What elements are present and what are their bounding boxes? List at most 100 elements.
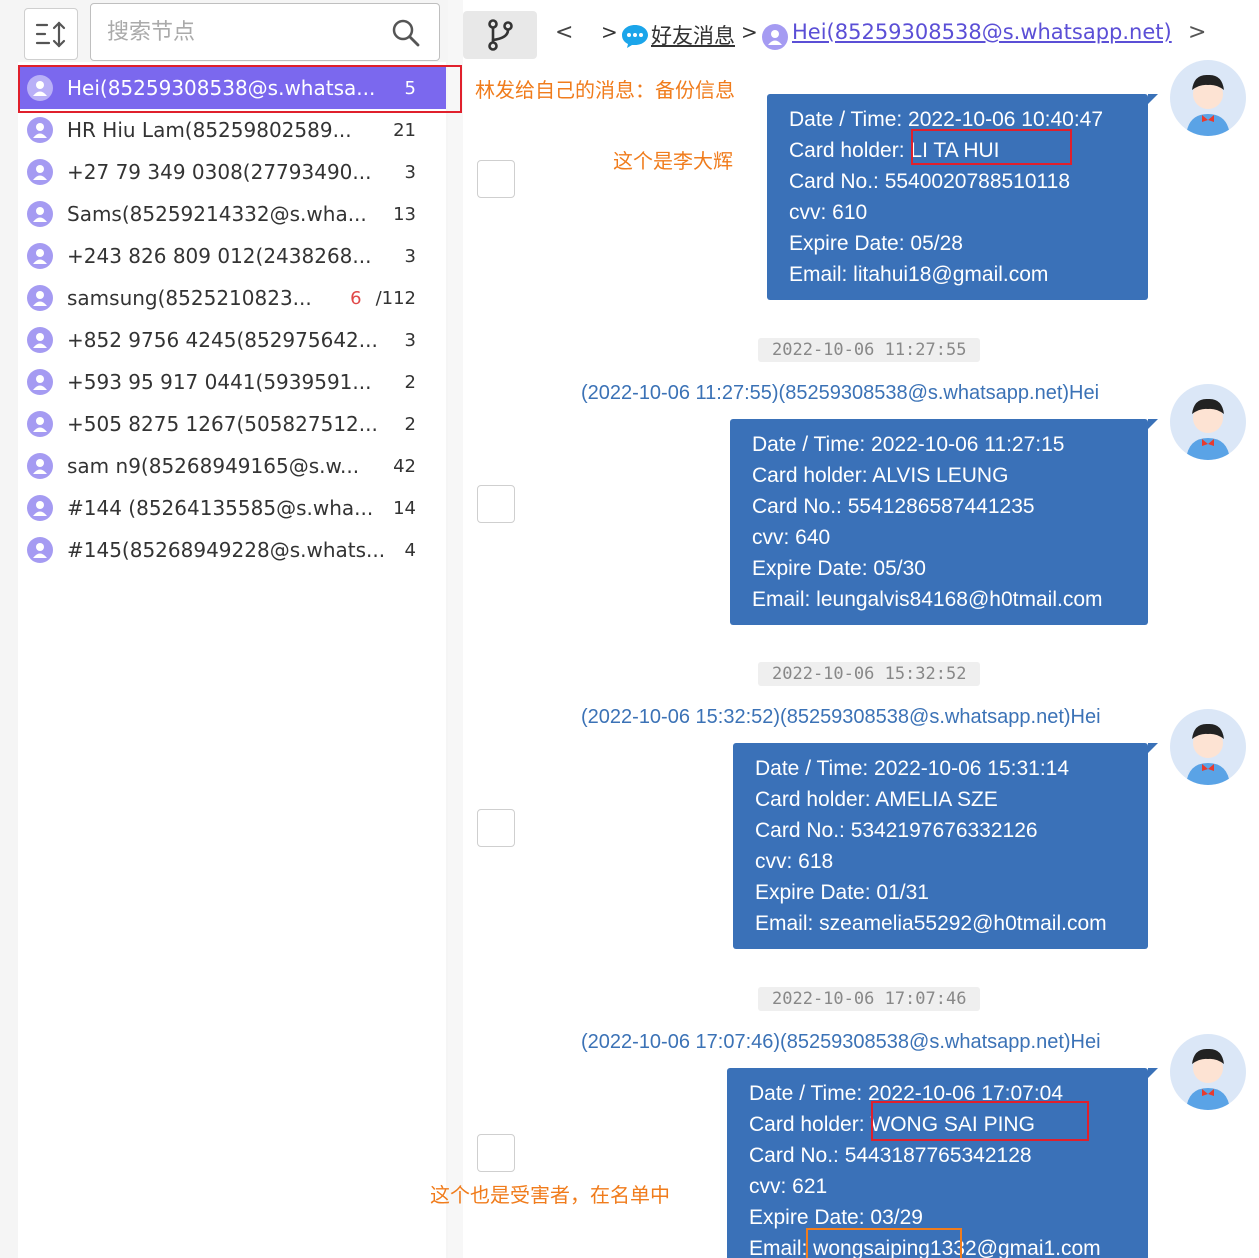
forward-arrow-icon[interactable]: > [1188, 20, 1206, 45]
timestamp: 2022-10-06 15:32:52 [758, 662, 981, 686]
contact-item[interactable]: #144 (85264135585@s.wha... 14 [18, 487, 446, 529]
message-line: Card No.: 5540020788510118 [789, 170, 1071, 193]
message-line: Expire Date: 05/28 [789, 232, 963, 255]
message-count: 42 [393, 455, 416, 477]
contact-name: +243 826 809 012(2438268... [67, 244, 372, 268]
message-line: cvv: 640 [752, 526, 831, 549]
highlight-box [18, 65, 462, 113]
breadcrumb-contact[interactable]: Hei(85259308538@s.whatsapp.net) [792, 20, 1172, 44]
contact-item[interactable]: Sams(85259214332@s.wha... 13 [18, 193, 446, 235]
contact-item[interactable]: +243 826 809 012(2438268... 3 [18, 235, 446, 277]
message-line: Card No.: 5443187765342128 [749, 1144, 1032, 1167]
message-bubble: Date / Time: 2022-10-06 10:40:47 Card ho… [767, 94, 1158, 300]
annotation-identity: 这个是李大辉 [613, 149, 733, 173]
search-icon[interactable] [391, 18, 421, 48]
branch-button[interactable] [463, 11, 537, 59]
select-checkbox[interactable] [477, 485, 515, 523]
timestamp: 2022-10-06 17:07:46 [758, 987, 981, 1011]
sender-line: (2022-10-06 17:07:46)(85259308538@s.what… [581, 1031, 1101, 1053]
message-count: 13 [393, 203, 416, 225]
contact-name: +27 79 349 0308(27793490... [67, 160, 372, 184]
sender-avatar [1170, 1034, 1246, 1110]
branch-icon [488, 19, 513, 51]
sort-button[interactable] [24, 8, 78, 60]
sender-line: (2022-10-06 15:32:52)(85259308538@s.what… [581, 706, 1101, 728]
annotation-victim: 这个也是受害者，在名单中 [430, 1183, 670, 1207]
message-line: Email: litahui18@gmail.com [789, 263, 1049, 286]
message-count: 3 [404, 329, 416, 351]
contact-item[interactable]: +505 8275 1267(505827512... 2 [18, 403, 446, 445]
user-avatar-icon [27, 537, 53, 563]
message-line: Email: leungalvis84168@h0tmail.com [752, 588, 1103, 611]
contact-item[interactable]: sam n9(85268949165@s.w... 42 [18, 445, 446, 487]
contact-name: sam n9(85268949165@s.w... [67, 454, 360, 478]
timestamp: 2022-10-06 11:27:55 [758, 338, 981, 362]
message-count: 21 [393, 119, 416, 141]
message-bubble: Date / Time: 2022-10-06 15:31:14 Card ho… [733, 743, 1158, 949]
breadcrumb-friend-messages[interactable]: 好友消息 [651, 20, 735, 50]
search-input[interactable] [107, 19, 377, 45]
highlight-box-orange [806, 1228, 962, 1258]
select-checkbox[interactable] [477, 160, 515, 198]
contact-name: +593 95 917 0441(5939591... [67, 370, 372, 394]
message-line: Card No.: 5541286587441235 [752, 495, 1035, 518]
chat-bubble-icon [622, 25, 648, 48]
message-count: 4 [404, 539, 416, 561]
message-count: 2 [404, 413, 416, 435]
search-box [90, 3, 440, 61]
unread-count: 6 [350, 287, 362, 309]
message-bubble: Date / Time: 2022-10-06 11:27:15 Card ho… [730, 419, 1158, 625]
message-line: Email: szeamelia55292@h0tmail.com [755, 912, 1107, 935]
contact-item[interactable]: #145(85268949228@s.whats... 4 [18, 529, 446, 571]
select-checkbox[interactable] [477, 809, 515, 847]
annotation-backup: 林发给自己的消息：备份信息 [475, 78, 735, 102]
breadcrumb-separator: > [601, 20, 618, 44]
contact-name: #144 (85264135585@s.wha... [67, 496, 374, 520]
contact-item[interactable]: +27 79 349 0308(27793490... 3 [18, 151, 446, 193]
contact-panel: Hei(85259308538@s.whatsa... 5 HR Hiu Lam… [0, 0, 462, 1258]
message-line: cvv: 610 [789, 201, 868, 224]
select-checkbox[interactable] [477, 1134, 515, 1172]
highlight-box [871, 1101, 1089, 1141]
message-line: Expire Date: 01/31 [755, 881, 929, 904]
message-line: Date / Time: 2022-10-06 11:27:15 [752, 433, 1065, 456]
message-line: Date / Time: 2022-10-06 15:31:14 [755, 757, 1070, 780]
chat-panel: < > 好友消息 > Hei(85259308538@s.whatsapp.ne… [430, 0, 1259, 1258]
back-arrow-icon[interactable]: < [555, 20, 573, 45]
user-avatar-icon [27, 327, 53, 353]
message-count: 14 [393, 497, 416, 519]
contact-name: #145(85268949228@s.whats... [67, 538, 386, 562]
message-count: 6/112 [350, 288, 416, 309]
chat-toolbar: < > 好友消息 > Hei(85259308538@s.whatsapp.ne… [463, 0, 1259, 66]
breadcrumb-separator: > [741, 20, 758, 44]
message-count: 3 [404, 161, 416, 183]
message-line: cvv: 618 [755, 850, 834, 873]
user-avatar-icon [27, 159, 53, 185]
user-avatar-icon [27, 117, 53, 143]
user-avatar-icon [27, 453, 53, 479]
contact-name: HR Hiu Lam(85259802589... [67, 118, 352, 142]
user-avatar-icon [27, 201, 53, 227]
contact-item[interactable]: +593 95 917 0441(5939591... 2 [18, 361, 446, 403]
message-line: Expire Date: 05/30 [752, 557, 926, 580]
sender-avatar [1170, 384, 1246, 460]
user-avatar-icon [27, 285, 53, 311]
highlight-box [911, 129, 1072, 165]
contact-item[interactable]: HR Hiu Lam(85259802589... 21 [18, 109, 446, 151]
contact-item[interactable]: +852 9756 4245(852975642... 3 [18, 319, 446, 361]
contact-name: samsung(8525210823... [67, 286, 312, 310]
user-avatar-icon [27, 495, 53, 521]
contact-item[interactable]: samsung(8525210823... 6/112 [18, 277, 446, 319]
contact-list: Hei(85259308538@s.whatsa... 5 HR Hiu Lam… [18, 67, 446, 571]
user-avatar-icon [762, 24, 788, 50]
total-count: /112 [375, 287, 416, 309]
message-line: Card No.: 5342197676332126 [755, 819, 1038, 842]
message-count: 2 [404, 371, 416, 393]
user-avatar-icon [27, 411, 53, 437]
sender-line: (2022-10-06 11:27:55)(85259308538@s.what… [581, 382, 1100, 404]
contact-name: +852 9756 4245(852975642... [67, 328, 378, 352]
message-line: cvv: 621 [749, 1175, 828, 1198]
sort-icon [35, 21, 66, 48]
sender-avatar [1170, 709, 1246, 785]
user-avatar-icon [27, 369, 53, 395]
